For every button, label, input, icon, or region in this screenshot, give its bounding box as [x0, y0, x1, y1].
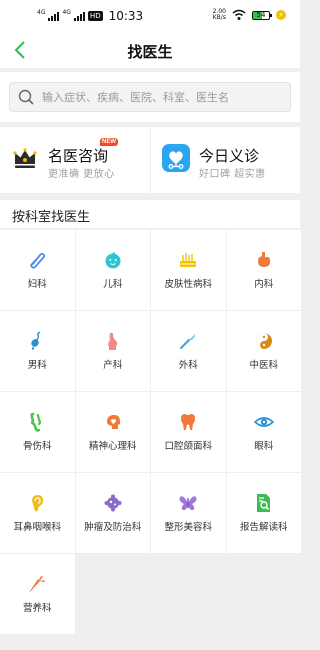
feature-row: 名医咨询 NEW 更准确 更放心 今日义诊 好口碑 超实惠 [0, 127, 300, 193]
sperm-icon [27, 331, 47, 351]
department-ent[interactable]: 耳鼻咽喉科 [0, 473, 75, 553]
department-oncology[interactable]: 肿瘤及防治科 [75, 473, 150, 553]
scalpel-icon [178, 331, 198, 351]
network-rate-unit: KB/s [212, 14, 226, 21]
butterfly-icon [178, 493, 198, 513]
tooth-icon [178, 412, 198, 432]
department-label: 耳鼻咽喉科 [13, 522, 61, 533]
department-label: 儿科 [103, 279, 123, 290]
charging-icon: ⚡ [276, 10, 286, 20]
feature-title: 今日义诊 [199, 147, 260, 165]
carrot-icon [27, 574, 47, 594]
department-report-interpretation[interactable]: 报告解读科 [226, 473, 301, 553]
department-tcm[interactable]: 中医科 [226, 311, 301, 391]
department-label: 营养科 [22, 603, 52, 614]
skin-icon [178, 250, 198, 270]
status-time: 10:33 [108, 9, 144, 23]
department-label: 报告解读科 [239, 522, 288, 533]
wifi-icon [232, 9, 246, 20]
status-right: 2.00 KB/s 54 ⚡ [213, 9, 286, 21]
tumor-cell-icon [103, 493, 123, 513]
section-title: 按科室找医生 [12, 210, 91, 225]
section-header: 按科室找医生 [0, 200, 300, 228]
crown-icon [11, 144, 39, 172]
department-cosmetic[interactable]: 整形美容科 [151, 473, 226, 553]
bone-joint-icon [27, 412, 47, 432]
free-clinic-today-card[interactable]: 今日义诊 好口碑 超实惠 [150, 127, 300, 193]
pregnant-icon [103, 331, 123, 351]
page-title: 找医生 [127, 43, 173, 61]
heart-stethoscope-icon [162, 144, 190, 172]
department-dermatology[interactable]: 皮肤性病科 [151, 230, 226, 310]
department-label: 外科 [178, 360, 198, 371]
feature-subtitle: 更准确 更放心 [48, 169, 115, 180]
paperclip-icon [27, 250, 47, 270]
department-label: 产科 [103, 360, 123, 371]
hd-badge: HD [87, 11, 103, 21]
battery-icon: 54 [252, 10, 272, 20]
famous-doctor-consult-card[interactable]: 名医咨询 NEW 更准确 更放心 [0, 127, 150, 193]
nav-bar: 找医生 [0, 32, 300, 68]
department-label: 中医科 [249, 360, 278, 371]
ear-icon [27, 493, 47, 513]
department-label: 整形美容科 [164, 522, 212, 533]
department-label: 骨伤科 [22, 441, 52, 452]
department-label: 男科 [27, 360, 47, 371]
department-surgery[interactable]: 外科 [151, 311, 226, 391]
department-stomatology[interactable]: 口腔颌面科 [151, 392, 226, 472]
department-ophthalmology[interactable]: 眼科 [226, 392, 301, 472]
department-grid: 妇科 儿科 皮肤性病科 内科 男科 产科 外科 中医科 骨伤科 精神心理科 口腔… [0, 230, 301, 634]
department-label: 皮肤性病科 [164, 279, 212, 290]
department-obstetrics[interactable]: 产科 [75, 311, 150, 391]
signal-type-1: 4G [37, 9, 46, 16]
new-badge: NEW [100, 138, 118, 146]
battery-level: 54 [256, 10, 266, 19]
department-label: 精神心理科 [88, 441, 137, 452]
yin-yang-icon [254, 331, 274, 351]
stomach-icon [254, 250, 274, 270]
signal-bars-icon [73, 11, 85, 21]
department-orthopedics[interactable]: 骨伤科 [0, 392, 75, 472]
department-gynecology[interactable]: 妇科 [0, 230, 75, 310]
network-rate: 2.00 KB/s [213, 9, 226, 21]
department-label: 妇科 [27, 279, 47, 290]
department-label: 眼科 [254, 441, 274, 452]
search-icon [18, 89, 34, 105]
department-internal-medicine[interactable]: 内科 [226, 230, 301, 310]
feature-subtitle: 好口碑 超实惠 [199, 169, 266, 180]
signal-bars-icon [48, 11, 60, 21]
head-heart-icon [103, 412, 123, 432]
department-label: 肿瘤及防治科 [84, 522, 142, 533]
department-pediatrics[interactable]: 儿科 [75, 230, 150, 310]
eye-icon [253, 412, 274, 432]
department-psychiatry[interactable]: 精神心理科 [75, 392, 150, 472]
search-area: 输入症状、疾病、医院、科室、医生名 [0, 72, 300, 122]
report-magnifier-icon [254, 493, 274, 513]
search-placeholder: 输入症状、疾病、医院、科室、医生名 [42, 91, 229, 104]
search-input[interactable]: 输入症状、疾病、医院、科室、医生名 [9, 82, 291, 112]
status-left: 4G 4G HD 10:33 [37, 9, 143, 23]
department-label: 内科 [254, 279, 274, 290]
department-andrology[interactable]: 男科 [0, 311, 75, 391]
baby-face-icon [103, 250, 123, 270]
status-bar: 4G 4G HD 10:33 2.00 KB/s 54 ⚡ [0, 0, 300, 32]
department-nutrition[interactable]: 营养科 [0, 554, 75, 634]
department-label: 口腔颌面科 [164, 441, 212, 452]
signal-type-2: 4G [62, 9, 71, 16]
feature-title: 名医咨询 [48, 147, 109, 165]
